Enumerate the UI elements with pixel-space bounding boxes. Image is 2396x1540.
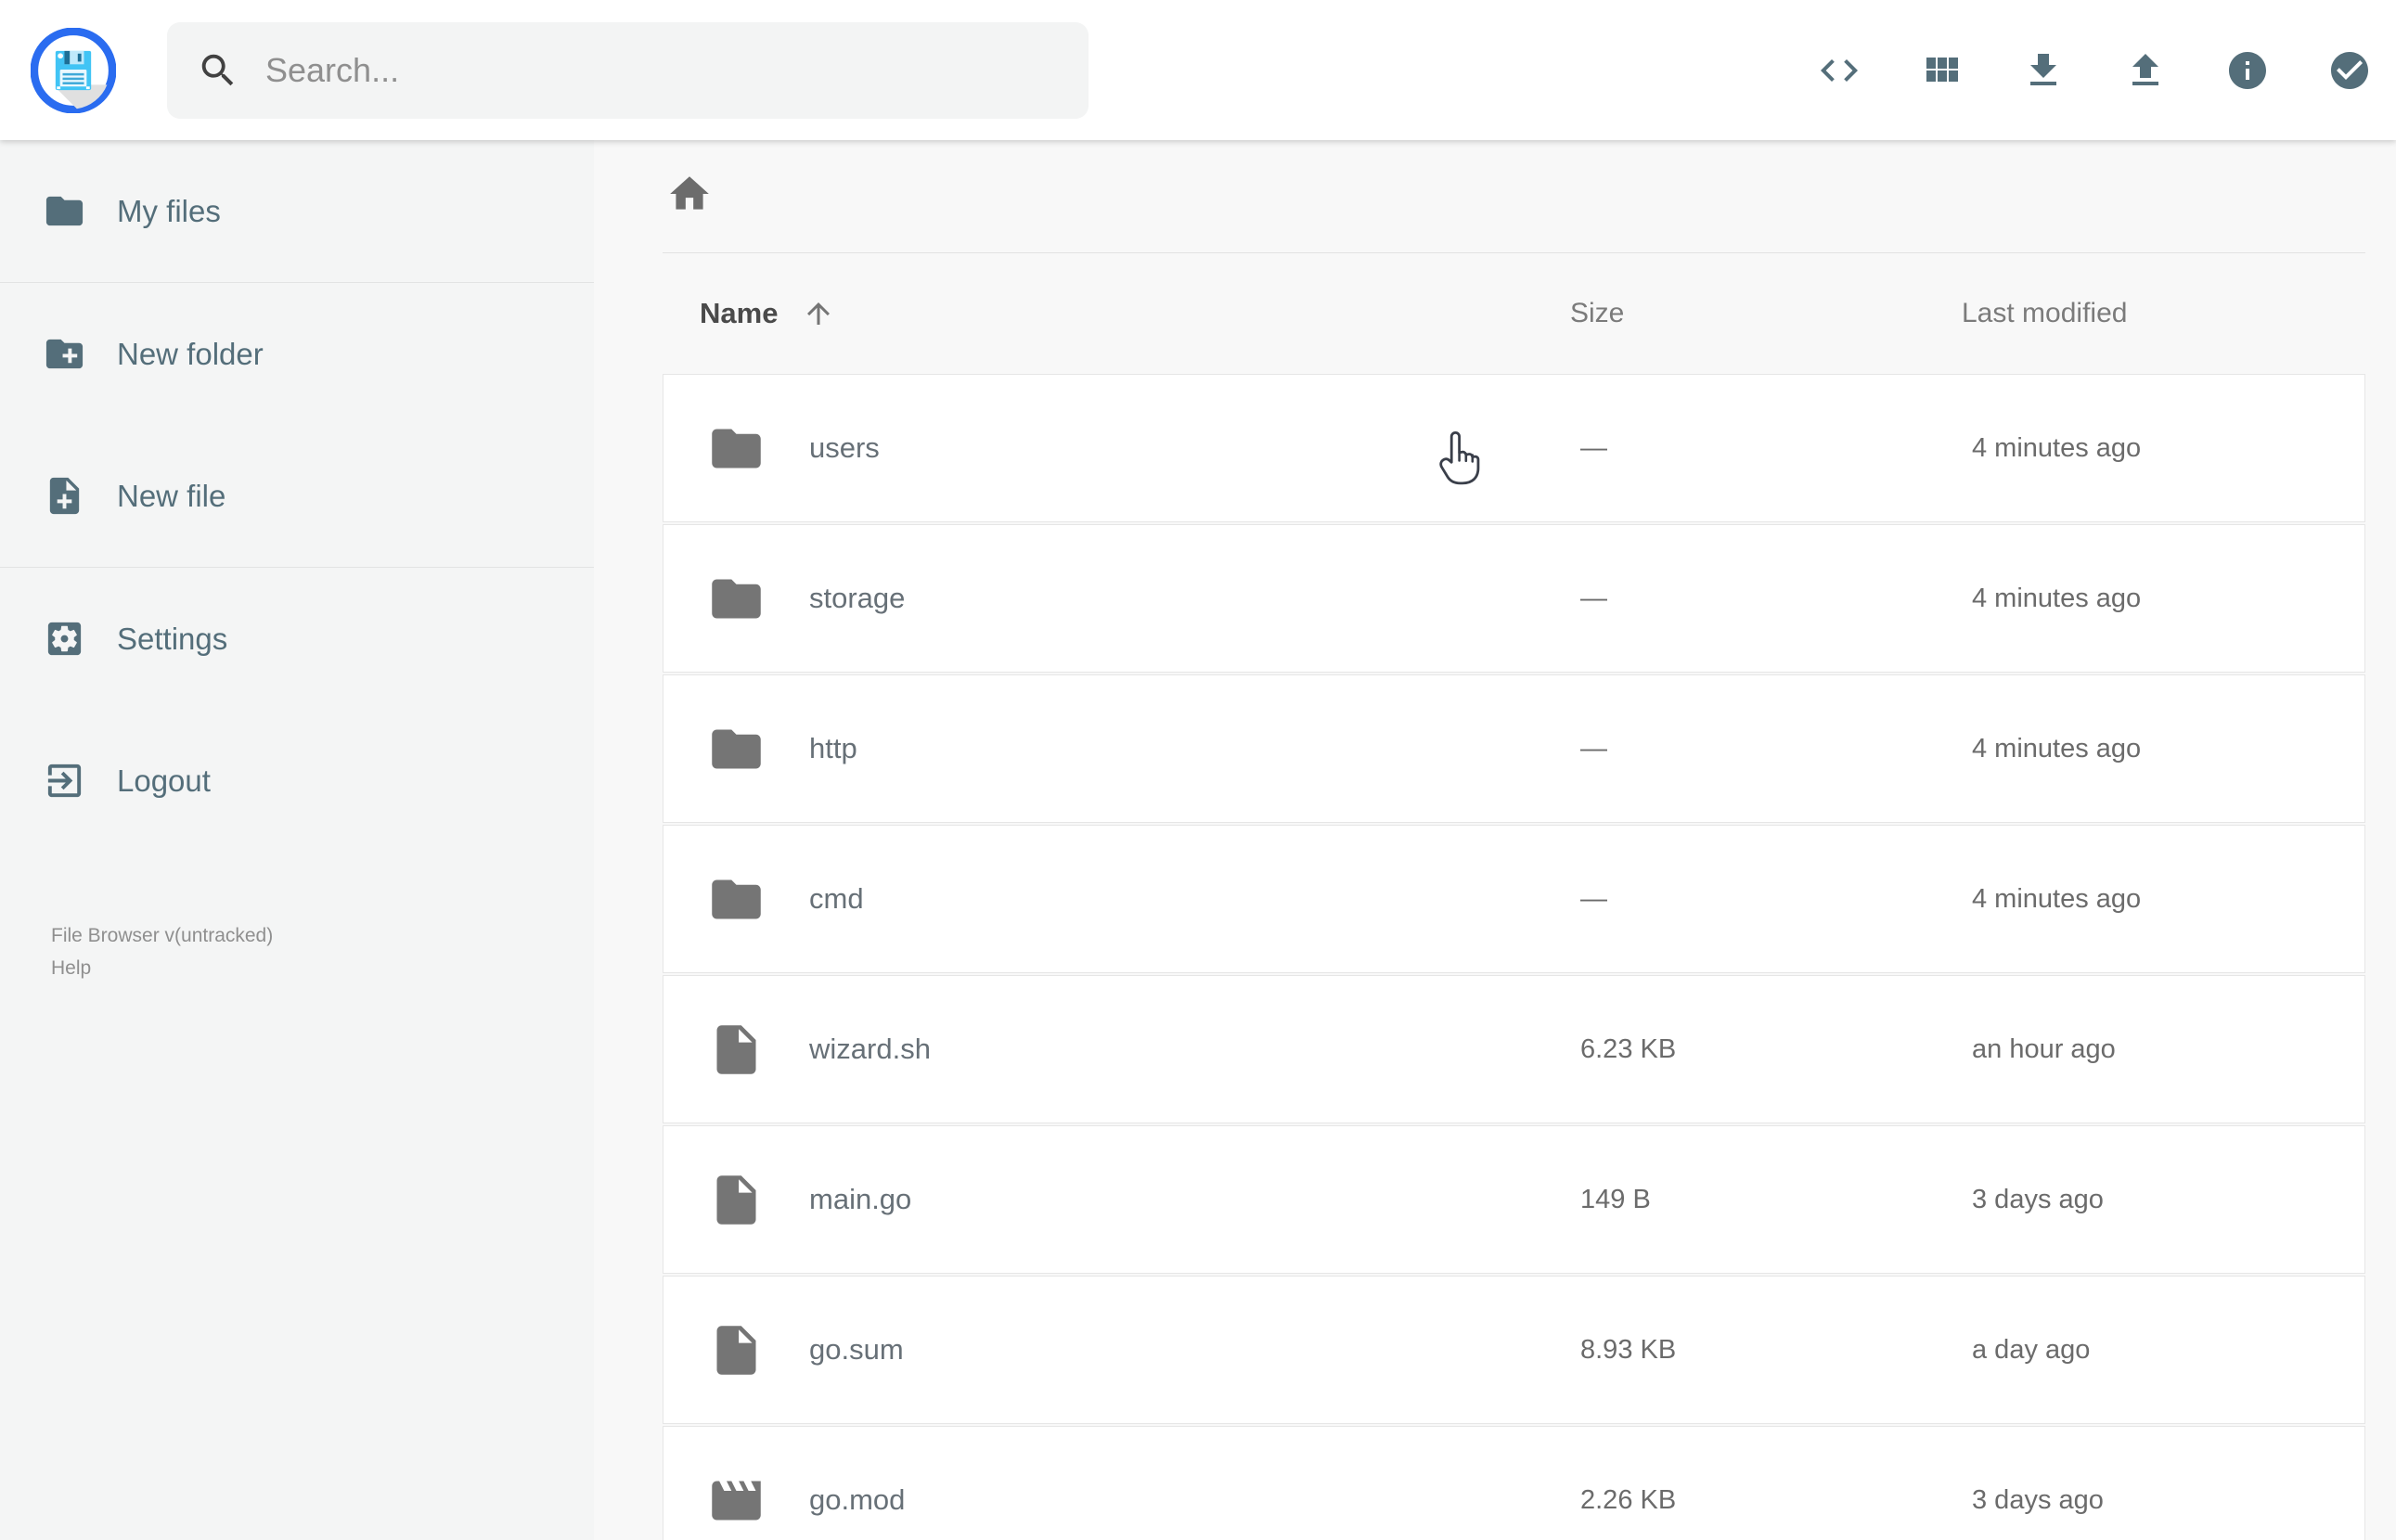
sidebar-item-my-files[interactable]: My files [0, 140, 594, 282]
file-size: — [1580, 583, 1607, 613]
home-icon [666, 171, 713, 217]
sidebar-item-label: New file [117, 478, 226, 513]
switch-view-button[interactable] [1919, 48, 1964, 93]
search-icon [197, 49, 239, 92]
file-name: main.go [809, 1183, 912, 1215]
file-row[interactable]: http — 4 minutes ago [663, 674, 2365, 823]
main-content: Name Size Last modified users — 4 minutes … [594, 140, 2396, 1540]
folder-icon [707, 720, 766, 778]
new-folder-icon [43, 332, 86, 376]
file-modified: 4 minutes ago [1972, 733, 2142, 764]
grid-view-icon [1919, 48, 1964, 93]
folder-icon [707, 419, 766, 478]
file-row[interactable]: go.sum 8.93 KB a day ago [663, 1276, 2365, 1424]
folder-icon [43, 189, 86, 233]
file-icon [707, 1020, 766, 1079]
breadcrumb [663, 140, 2365, 215]
file-name: wizard.sh [809, 1033, 931, 1065]
file-row[interactable]: go.mod 2.26 KB 3 days ago [663, 1426, 2365, 1540]
file-listing: Name Size Last modified users — 4 minutes … [663, 140, 2365, 1540]
sidebar-item-logout[interactable]: Logout [0, 710, 594, 852]
folder-icon [707, 570, 766, 628]
sidebar-item-label: Logout [117, 763, 211, 798]
search-bar[interactable] [167, 21, 1089, 119]
raw-view-button[interactable] [1817, 48, 1861, 93]
file-row[interactable]: storage — 4 minutes ago [663, 524, 2365, 673]
file-name: http [809, 732, 857, 764]
file-name: cmd [809, 882, 864, 915]
file-modified: 4 minutes ago [1972, 883, 2142, 914]
column-header-name[interactable]: Name [663, 297, 1570, 330]
info-button[interactable] [2225, 48, 2270, 93]
file-modified: a day ago [1972, 1334, 2091, 1365]
listing-header-row: Name Size Last modified [663, 253, 2365, 374]
file-size: — [1580, 883, 1607, 914]
file-name: storage [809, 582, 906, 614]
info-circle-icon [2225, 48, 2270, 93]
sidebar-footer: File Browser v(untracked) Help [51, 919, 273, 984]
sidebar-item-settings[interactable]: Settings [0, 568, 594, 710]
download-button[interactable] [2021, 48, 2066, 93]
download-icon [2021, 48, 2066, 93]
file-size: — [1580, 432, 1607, 463]
app-version-text: File Browser v(untracked) [51, 925, 274, 946]
column-header-modified[interactable]: Last modified [1962, 298, 2365, 329]
sidebar: My files New folder New file Settings Lo… [0, 140, 594, 1540]
file-size: 2.26 KB [1580, 1484, 1677, 1515]
folder-icon [707, 870, 766, 929]
breadcrumb-home-button[interactable] [666, 171, 713, 217]
file-row[interactable]: wizard.sh 6.23 KB an hour ago [663, 975, 2365, 1123]
file-browser-logo[interactable] [30, 27, 117, 113]
upload-button[interactable] [2123, 48, 2168, 93]
sidebar-item-new-file[interactable]: New file [0, 425, 594, 567]
sort-arrow-up-icon [802, 297, 835, 330]
sidebar-item-label: Settings [117, 621, 228, 656]
file-row[interactable]: main.go 149 B 3 days ago [663, 1125, 2365, 1274]
movie-icon [707, 1471, 766, 1530]
column-header-name-label: Name [700, 297, 779, 329]
file-size: — [1580, 733, 1607, 764]
check-circle-icon [2327, 48, 2372, 93]
code-brackets-icon [1817, 48, 1861, 93]
file-row[interactable]: users — 4 minutes ago [663, 374, 2365, 522]
settings-gear-icon [43, 617, 86, 661]
sidebar-item-label: My files [117, 193, 221, 228]
file-modified: 3 days ago [1972, 1484, 2104, 1515]
file-size: 149 B [1580, 1184, 1651, 1214]
file-size: 8.93 KB [1580, 1334, 1677, 1365]
sidebar-item-new-folder[interactable]: New folder [0, 283, 594, 425]
file-icon [707, 1321, 766, 1380]
file-name: go.mod [809, 1483, 906, 1516]
help-link[interactable]: Help [51, 952, 91, 984]
file-modified: 4 minutes ago [1972, 432, 2142, 463]
file-row[interactable]: cmd — 4 minutes ago [663, 825, 2365, 973]
file-modified: 3 days ago [1972, 1184, 2104, 1214]
header-actions [1817, 48, 2372, 93]
search-input[interactable] [265, 50, 1026, 90]
floppy-disk-logo-icon [30, 27, 117, 113]
top-bar [0, 0, 2396, 140]
file-icon [707, 1171, 766, 1229]
file-size: 6.23 KB [1580, 1033, 1677, 1064]
select-multiple-button[interactable] [2327, 48, 2372, 93]
file-modified: an hour ago [1972, 1033, 2116, 1064]
file-name: go.sum [809, 1333, 904, 1366]
logout-icon [43, 759, 86, 802]
sidebar-item-label: New folder [117, 336, 264, 371]
file-list: users — 4 minutes ago storage — 4 minutes ago… [663, 374, 2365, 1540]
new-file-icon [43, 474, 86, 518]
file-modified: 4 minutes ago [1972, 583, 2142, 613]
column-header-size[interactable]: Size [1570, 298, 1962, 329]
upload-icon [2123, 48, 2168, 93]
file-name: users [809, 431, 880, 464]
